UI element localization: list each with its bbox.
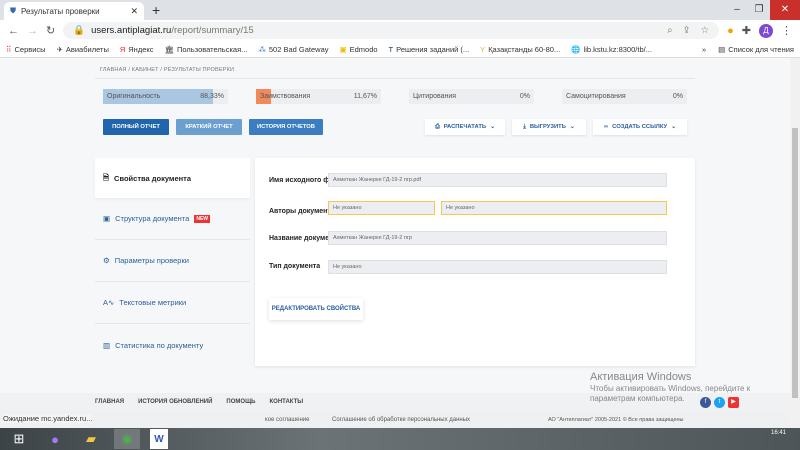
new-tab-button[interactable]: +	[152, 2, 160, 18]
maximize-button[interactable]: ❐	[748, 0, 770, 20]
link-icon: ∞	[604, 124, 609, 130]
clock[interactable]: 16:41	[771, 430, 786, 436]
file-field[interactable]: Ахметкан Жанерке ГД-19-2 пгр.pdf	[328, 173, 667, 187]
star-icon[interactable]: ☆	[701, 25, 710, 36]
browser-tab[interactable]: ⛊ Результаты проверки ✕	[4, 2, 144, 20]
taskbar: ⊞ ● ▰ ◉ W	[0, 428, 800, 450]
bookmark[interactable]: ▣ Edmodo	[340, 45, 378, 54]
personal-data-link[interactable]: Соглашение об обработке персональных дан…	[332, 417, 470, 423]
address-bar-row: ← → ↻ 🔒 users.antiplagiat.ru/report/summ…	[0, 20, 800, 41]
sidebar-item-parameters[interactable]: ⚙ Параметры проверки	[95, 240, 250, 282]
tab-title: Результаты проверки	[21, 6, 100, 16]
close-window-button[interactable]: ✕	[770, 0, 800, 20]
more-bookmarks-icon[interactable]: »	[702, 45, 706, 54]
puzzle-icon[interactable]: ✚	[742, 24, 751, 37]
report-history-button[interactable]: ИСТОРИЯ ОТЧЕТОВ	[249, 119, 323, 135]
author-field-2[interactable]: Не указано	[441, 201, 667, 215]
page: ГЛАВНАЯ / КАБИНЕТ / РЕЗУЛЬТАТЫ ПРОВЕРКИ …	[0, 58, 790, 393]
extension-icon[interactable]: ●	[727, 25, 734, 37]
tab-bar: ⛊ Результаты проверки ✕ + – ❐ ✕	[0, 0, 800, 20]
title-field[interactable]: Ахметкан Жанерке ГД-19-2 пгр	[328, 231, 667, 245]
zoom-icon[interactable]: ⌕	[667, 25, 672, 36]
stat-originality: Оригинальность 88,33%	[103, 89, 228, 104]
structure-icon: ▣	[103, 214, 111, 223]
status-bar: Ожидание mc.yandex.ru... кое соглашение …	[0, 411, 790, 428]
footer-link-contacts[interactable]: КОНТАКТЫ	[270, 399, 304, 405]
gear-icon: ⚙	[103, 256, 110, 265]
sidebar: 🗎 Свойства документа ▣ Структура документа…	[95, 158, 250, 366]
avatar[interactable]: Д	[759, 23, 773, 38]
share-icon[interactable]: ⇪	[683, 25, 691, 36]
edit-properties-button[interactable]: РЕДАКТИРОВАТЬ СВОЙСТВА	[269, 298, 363, 320]
type-field[interactable]: Не указано	[328, 260, 667, 274]
bookmark[interactable]: Y Қазақстанды 60-80...	[480, 45, 560, 54]
export-button[interactable]: ⤓ ВЫГРУЗИТЬ ⌄	[512, 119, 586, 135]
document-card: 🗎 Свойства документа ▣ Структура документа…	[95, 158, 695, 366]
lock-icon: 🔒	[73, 25, 86, 36]
copyright: АО "Антиплагиат" 2005-2021 © Все права з…	[548, 417, 684, 423]
reload-icon[interactable]: ↻	[46, 24, 55, 37]
user-agreement-link[interactable]: кое соглашение	[265, 417, 309, 423]
scrollbar-thumb[interactable]	[792, 128, 798, 398]
bookmark-apps[interactable]: ⠿ Сервисы	[6, 45, 46, 54]
properties-panel: Имя исходного файла Ахметкан Жанерке ГД-…	[255, 158, 695, 366]
sidebar-item-properties[interactable]: 🗎 Свойства документа	[95, 158, 250, 198]
bookmark[interactable]: ✈ Авиабилеты	[57, 45, 109, 54]
menu-icon[interactable]: ⋮	[781, 24, 792, 37]
footer-link-home[interactable]: ГЛАВНАЯ	[95, 399, 124, 405]
reading-list[interactable]: ▤ Список для чтения	[718, 45, 794, 54]
stat-self-citations: Самоцитирования 0%	[562, 89, 687, 104]
short-report-button[interactable]: КРАТКИЙ ОТЧЕТ	[176, 119, 242, 135]
bookmark[interactable]: T Решения заданий (...	[389, 45, 470, 54]
file-explorer-icon[interactable]: ▰	[78, 429, 104, 449]
close-tab-icon[interactable]: ✕	[130, 6, 138, 17]
url-path: /report/summary/15	[171, 25, 254, 36]
bookmark[interactable]: Я Яндекс	[120, 45, 154, 54]
breadcrumb[interactable]: ГЛАВНАЯ / КАБИНЕТ / РЕЗУЛЬТАТЫ ПРОВЕРКИ	[100, 67, 234, 73]
bookmark[interactable]: 🏛 Пользовательская...	[165, 45, 248, 54]
chevron-down-icon: ⌄	[569, 124, 575, 130]
shield-icon: ⛊	[10, 6, 16, 15]
stat-citations: Цитирования 0%	[409, 89, 534, 104]
url-host: users.antiplagiat.ru	[91, 25, 172, 36]
divider	[95, 78, 695, 79]
url-input[interactable]: 🔒 users.antiplagiat.ru/report/summary/15…	[63, 22, 720, 39]
scrollbar[interactable]	[790, 58, 800, 428]
stat-borrowings: Заимствования 11,67%	[256, 89, 381, 104]
create-link-button[interactable]: ∞ СОЗДАТЬ ССЫЛКУ ⌄	[593, 119, 687, 135]
document-icon: 🗎	[103, 172, 110, 182]
printer-icon: ⎙	[435, 123, 440, 130]
sidebar-item-metrics[interactable]: A∿ Текстовые метрики	[95, 282, 250, 324]
alice-icon[interactable]: ●	[42, 429, 68, 449]
chevron-down-icon: ⌄	[490, 124, 495, 130]
chart-icon: ▥	[103, 340, 111, 350]
bookmark[interactable]: 🌐 lib.kstu.kz:8300/tb/...	[571, 45, 652, 54]
print-button[interactable]: ⎙ РАСПЕЧАТАТЬ ⌄	[425, 119, 505, 135]
download-icon: ⤓	[523, 123, 526, 130]
footer-link-help[interactable]: ПОМОЩЬ	[226, 399, 255, 405]
back-icon[interactable]: ←	[8, 25, 19, 37]
word-icon[interactable]: W	[150, 429, 168, 449]
forward-icon[interactable]: →	[27, 25, 38, 37]
type-label: Тип документа	[269, 263, 321, 270]
bookmarks-bar: ⠿ Сервисы ✈ Авиабилеты Я Яндекс 🏛 Пользовате…	[0, 41, 800, 58]
text-metrics-icon: A∿	[103, 298, 115, 307]
new-badge: NEW	[194, 214, 211, 223]
loading-status: Ожидание mc.yandex.ru...	[3, 414, 93, 423]
windows-activation-watermark: Активация Windows Чтобы активировать Wind…	[590, 371, 751, 403]
chevron-down-icon: ⌄	[671, 124, 676, 130]
sidebar-item-statistics[interactable]: ▥ Статистика по документу	[95, 324, 250, 366]
chrome-icon[interactable]: ◉	[114, 429, 140, 449]
minimize-button[interactable]: –	[726, 0, 748, 20]
sidebar-item-structure[interactable]: ▣ Структура документа NEW	[95, 198, 250, 240]
full-report-button[interactable]: ПОЛНЫЙ ОТЧЕТ	[103, 119, 169, 135]
windows-start-icon[interactable]: ⊞	[6, 429, 32, 449]
footer-link-updates[interactable]: ИСТОРИЯ ОБНОВЛЕНИЙ	[138, 399, 212, 405]
bookmark[interactable]: ⁂ 502 Bad Gateway	[258, 45, 328, 54]
author-field-1[interactable]: Не указано	[328, 201, 435, 215]
